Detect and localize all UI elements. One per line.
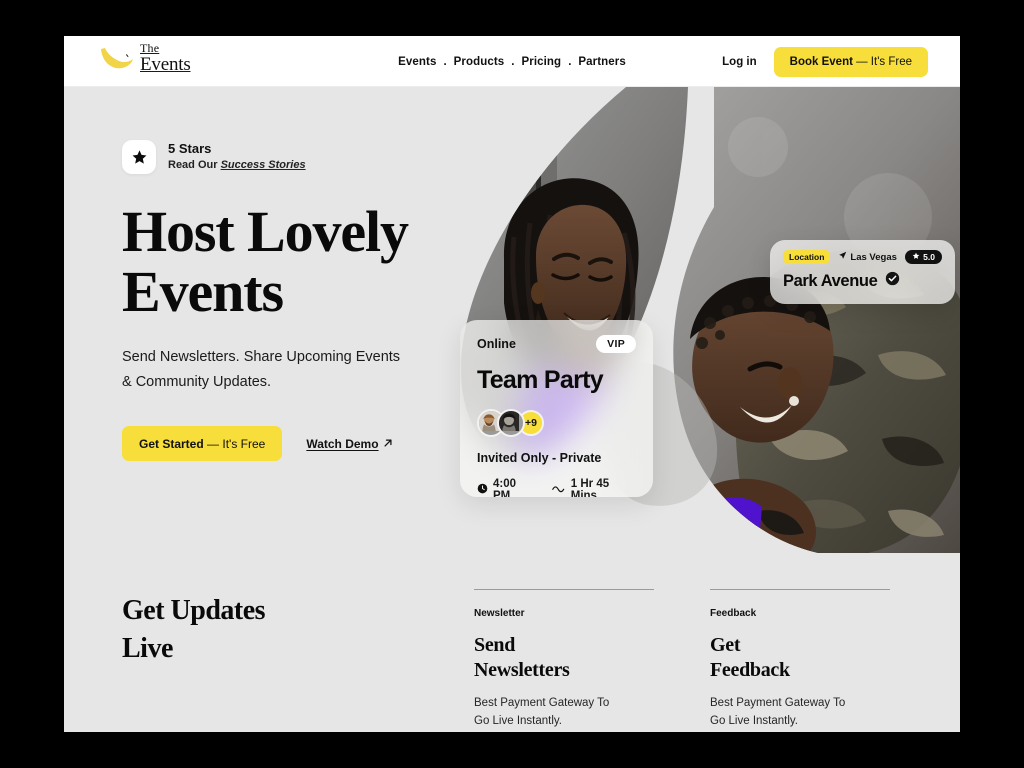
logo-text-events: Events	[140, 54, 191, 75]
header-actions: Log in Book Event — It's Free	[722, 36, 928, 87]
feature-body-line-2: Go Live Instantly.	[474, 714, 562, 727]
updates-heading: Get Updates Live	[122, 592, 382, 668]
success-stories-link[interactable]: Success Stories	[221, 159, 306, 171]
avatar	[497, 409, 525, 437]
page-title: Host Lovely Events	[122, 202, 522, 321]
vip-badge: VIP	[596, 335, 636, 353]
updates-heading-line-1: Get Updates	[122, 595, 266, 626]
park-avenue-card[interactable]: Location Las Vegas 5.0 Park Avenue	[770, 240, 955, 304]
place-name-row: Park Avenue	[783, 271, 942, 291]
feature-body-line-1: Best Payment Gateway To	[710, 697, 846, 710]
party-status: Online	[477, 337, 516, 351]
watch-demo-link[interactable]: Watch Demo	[306, 437, 392, 451]
book-event-button[interactable]: Book Event — It's Free	[773, 46, 928, 77]
place-rating-value: 5.0	[923, 252, 935, 262]
feature-title-line-2: Feedback	[710, 659, 790, 682]
nav-item-events[interactable]: Events	[398, 56, 436, 68]
place-card-header: Location Las Vegas 5.0	[783, 250, 942, 264]
feature-card-feedback[interactable]: Feedback Get Feedback Best Payment Gatew…	[710, 589, 890, 730]
navigation-arrow-icon	[838, 251, 847, 263]
subtitle-line-1: Send Newsletters. Share Upcoming Events	[122, 349, 401, 366]
rating-subtitle: Read Our Success Stories	[168, 159, 306, 172]
clock-icon	[477, 483, 488, 497]
attendee-avatars: +9	[477, 409, 636, 437]
subtitle-line-2: & Community Updates.	[122, 374, 272, 391]
place-city: Las Vegas	[838, 251, 897, 263]
nav-item-products[interactable]: Products	[454, 56, 505, 68]
place-rating: 5.0	[905, 250, 942, 264]
divider	[474, 589, 654, 590]
updates-heading-line-2: Live	[122, 632, 173, 664]
place-city-label: Las Vegas	[850, 251, 897, 263]
nav-separator: .	[568, 55, 572, 68]
feature-kicker: Feedback	[710, 608, 757, 619]
arrow-up-right-icon	[383, 437, 393, 451]
location-badge: Location	[783, 250, 831, 264]
browser-viewport: The Events Events . Products . Pricing .…	[64, 36, 960, 732]
feature-title-line-2: Newsletters	[474, 659, 570, 682]
get-started-suffix: — It's Free	[203, 436, 266, 451]
feature-title-line-1: Send	[474, 634, 516, 656]
logo[interactable]: The Events	[99, 42, 191, 74]
verified-check-icon	[885, 271, 900, 291]
get-started-label: Get Started	[139, 436, 204, 451]
headline-line-2: Events	[122, 258, 284, 324]
nav-item-pricing[interactable]: Pricing	[522, 56, 562, 68]
feature-body-line-2: Go Live Instantly.	[710, 714, 798, 727]
rating-title: 5 Stars	[168, 141, 212, 157]
rating-sub-prefix: Read Our	[168, 158, 221, 171]
divider	[710, 589, 890, 590]
party-card-header: Online VIP	[477, 335, 636, 353]
party-time-label: 4:00 PM	[493, 478, 517, 497]
party-time: 4:00 PM	[477, 478, 535, 497]
get-started-button[interactable]: Get Started — It's Free	[122, 426, 283, 462]
feature-card-newsletter[interactable]: Newsletter Send Newsletters Best Payment…	[474, 589, 654, 730]
hero-subtitle: Send Newsletters. Share Upcoming Events …	[122, 345, 442, 395]
nav-item-partners[interactable]: Partners	[578, 56, 625, 68]
party-access: Invited Only - Private	[477, 451, 602, 465]
feature-kicker: Newsletter	[474, 608, 525, 619]
site-header: The Events Events . Products . Pricing .…	[64, 36, 960, 87]
wave-icon	[551, 484, 566, 496]
book-event-button-suffix: — It's Free	[852, 55, 912, 68]
logo-text-the: The	[140, 41, 160, 55]
feature-body-line-1: Best Payment Gateway To	[474, 697, 610, 710]
party-duration: 1 Hr 45 Mins	[551, 478, 636, 497]
star-icon	[122, 140, 156, 174]
star-icon	[912, 252, 920, 262]
book-event-button-label: Book Event	[789, 55, 853, 68]
party-title: Team Party	[477, 366, 604, 394]
party-meta: 4:00 PM 1 Hr 45 Mins	[477, 478, 636, 497]
nav-separator: .	[443, 55, 447, 68]
team-party-card[interactable]: Online VIP Team Party +9 Invited Only - …	[460, 320, 653, 497]
rating-block: 5 Stars Read Our Success Stories	[122, 140, 522, 174]
nav-separator: .	[511, 55, 515, 68]
party-duration-label: 1 Hr 45 Mins	[570, 478, 610, 497]
feature-title-line-1: Get	[710, 634, 741, 656]
banana-crescent-icon	[99, 43, 135, 73]
login-link[interactable]: Log in	[722, 56, 757, 68]
headline-line-1: Host Lovely	[122, 199, 409, 264]
watch-demo-label: Watch Demo	[306, 436, 379, 451]
place-name-label: Park Avenue	[783, 271, 878, 290]
